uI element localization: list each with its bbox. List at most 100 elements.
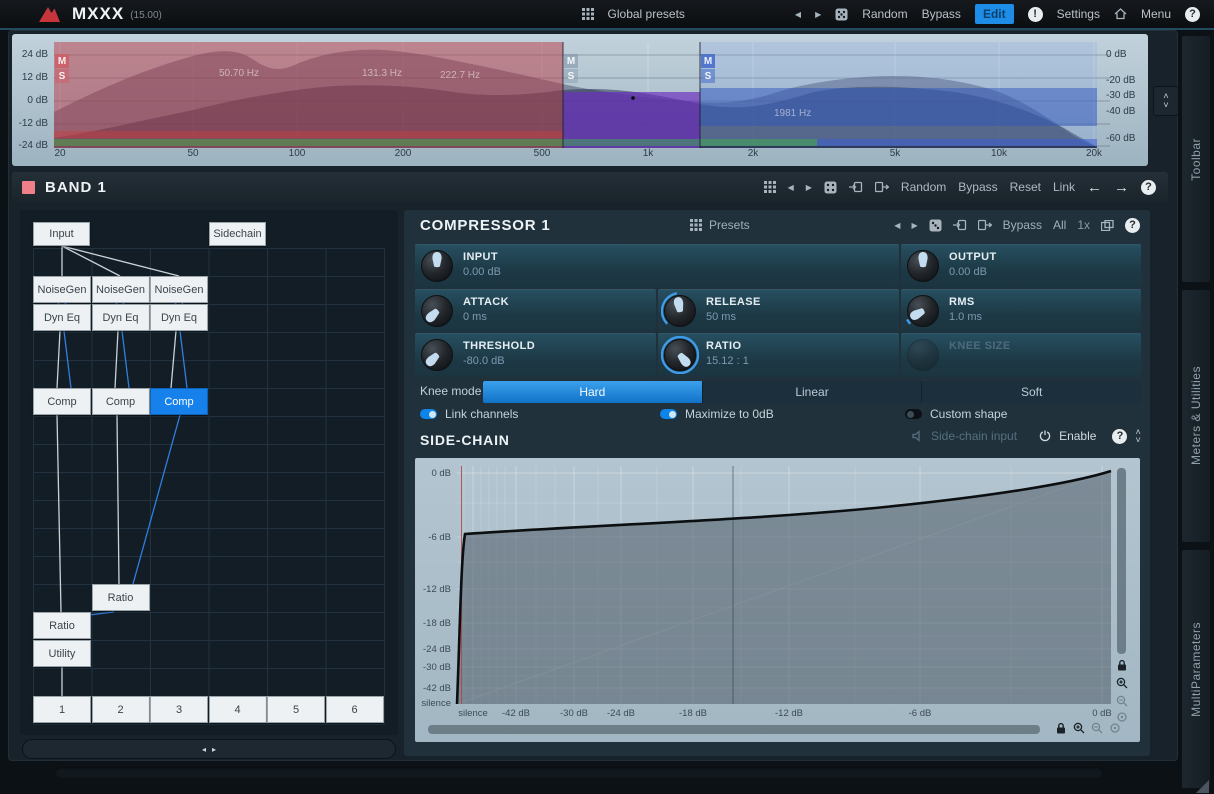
band-link-button[interactable]: Link: [1053, 180, 1075, 194]
knee-mode-option-linear[interactable]: Linear: [701, 381, 922, 403]
zoom-in-icon[interactable]: [1073, 722, 1085, 734]
node-output-3[interactable]: 3: [150, 696, 208, 723]
node-ratio-2[interactable]: Ratio: [91, 584, 150, 611]
grid-icon[interactable]: [581, 8, 594, 20]
transfer-curve-canvas[interactable]: [415, 458, 1140, 742]
band-color-swatch[interactable]: [22, 180, 35, 194]
custom-shape-toggle[interactable]: Custom shape: [905, 407, 1007, 421]
sidebar-tab-toolbar[interactable]: Toolbar: [1181, 35, 1211, 283]
prev-icon[interactable]: ◀: [894, 221, 900, 230]
window-resize-handle[interactable]: [1196, 780, 1209, 793]
node-noisegen-2[interactable]: NoiseGen: [91, 276, 150, 303]
random-button[interactable]: Random: [862, 7, 907, 21]
crossover-label[interactable]: 131.3 Hz: [362, 68, 402, 79]
node-ratio-1[interactable]: Ratio: [33, 612, 91, 639]
release-knob[interactable]: [661, 292, 699, 330]
band-reset-button[interactable]: Reset: [1010, 180, 1041, 194]
detach-window-icon[interactable]: [1101, 219, 1114, 231]
sidebar-tab-meters-utilities[interactable]: Meters & Utilities: [1181, 289, 1211, 543]
preset-prev-icon[interactable]: ◀: [795, 10, 801, 19]
band-help-icon[interactable]: ?: [1141, 179, 1156, 195]
crossover-label[interactable]: 222.7 Hz: [440, 70, 480, 81]
dice-icon[interactable]: [824, 181, 837, 194]
prev-icon[interactable]: ◀: [788, 183, 794, 192]
rms-knob[interactable]: [904, 292, 942, 330]
crossover-label[interactable]: 1981 Hz: [774, 108, 811, 119]
zoom-in-icon[interactable]: [1116, 677, 1128, 689]
maximize-to-0db-toggle[interactable]: Maximize to 0dB: [660, 407, 774, 421]
node-comp-1[interactable]: Comp: [33, 388, 91, 415]
module-routing-graph[interactable]: Input Sidechain NoiseGen NoiseGen NoiseG…: [20, 210, 398, 735]
link-channels-toggle[interactable]: Link channels: [420, 407, 518, 421]
band2-mid-marker[interactable]: M: [564, 54, 578, 68]
equalizer-display[interactable]: 24 dB 12 dB 0 dB -12 dB -24 dB 0 dB -20 …: [12, 34, 1148, 166]
next-icon[interactable]: ▶: [911, 221, 917, 230]
node-dyneq-2[interactable]: Dyn Eq: [91, 304, 150, 331]
band3-side-marker[interactable]: S: [701, 69, 715, 83]
band-random-button[interactable]: Random: [901, 180, 946, 194]
dice-icon[interactable]: [929, 219, 942, 232]
copy-icon[interactable]: [874, 181, 889, 193]
copy-icon[interactable]: [977, 219, 992, 231]
ratio-knob[interactable]: [661, 336, 699, 374]
help-icon[interactable]: ?: [1185, 6, 1200, 22]
node-sidechain[interactable]: Sidechain: [209, 222, 266, 246]
node-comp-2[interactable]: Comp: [91, 388, 150, 415]
output-knob-cell[interactable]: OUTPUT 0.00 dB: [901, 244, 1141, 288]
node-dyneq-1[interactable]: Dyn Eq: [33, 304, 91, 331]
preset-next-icon[interactable]: ▶: [815, 10, 821, 19]
node-dyneq-3[interactable]: Dyn Eq: [150, 304, 208, 331]
node-comp-3-selected[interactable]: Comp: [150, 388, 208, 415]
graph-horizontal-scrollbar[interactable]: [428, 725, 1040, 734]
alert-icon[interactable]: !: [1027, 6, 1043, 22]
sidechain-resize-control[interactable]: ˄ ˅: [1135, 428, 1140, 445]
lock-icon[interactable]: [1055, 722, 1067, 734]
sidechain-enable-button[interactable]: Enable: [1059, 429, 1096, 443]
node-output-4[interactable]: 4: [208, 696, 267, 723]
band3-mid-marker[interactable]: M: [701, 54, 715, 68]
sidechain-transfer-graph[interactable]: 0 dB -6 dB -12 dB -18 dB -24 dB -30 dB -…: [415, 458, 1140, 742]
oversampling-button[interactable]: 1x: [1077, 218, 1090, 232]
node-output-6[interactable]: 6: [325, 696, 384, 723]
threshold-knob[interactable]: [418, 336, 456, 374]
input-knob[interactable]: [418, 247, 456, 285]
node-graph-scrollbar[interactable]: ◂ ▸: [22, 739, 396, 759]
settings-button[interactable]: Settings: [1057, 7, 1100, 21]
crossover-label[interactable]: 50.70 Hz: [219, 68, 259, 79]
compressor-help-icon[interactable]: ?: [1125, 217, 1140, 233]
grid-icon[interactable]: [763, 181, 776, 193]
graph-vertical-scrollbar[interactable]: [1117, 468, 1126, 654]
band-bypass-button[interactable]: Bypass: [958, 180, 997, 194]
sidechain-input-button-disabled[interactable]: Side-chain input: [931, 429, 1017, 443]
bypass-button[interactable]: Bypass: [922, 7, 961, 21]
sidechain-help-icon[interactable]: ?: [1112, 428, 1128, 444]
randomize-dice-icon[interactable]: [835, 8, 848, 21]
output-knob[interactable]: [904, 247, 942, 285]
ratio-knob-cell[interactable]: RATIO 15.12 : 1: [658, 333, 899, 377]
global-presets-button[interactable]: Global presets: [608, 7, 685, 21]
node-output-2[interactable]: 2: [91, 696, 150, 723]
threshold-knob-cell[interactable]: THRESHOLD -80.0 dB: [415, 333, 656, 377]
paste-icon[interactable]: [848, 181, 863, 193]
node-input[interactable]: Input: [33, 222, 90, 246]
band1-mid-marker[interactable]: M: [55, 54, 69, 68]
node-noisegen-1[interactable]: NoiseGen: [33, 276, 91, 303]
redo-icon[interactable]: →: [1114, 179, 1129, 196]
node-output-1[interactable]: 1: [33, 696, 91, 723]
compressor-all-button[interactable]: All: [1053, 218, 1066, 232]
compressor-presets-button[interactable]: Presets: [690, 218, 750, 232]
attack-knob[interactable]: [418, 292, 456, 330]
compressor-bypass-button[interactable]: Bypass: [1003, 218, 1042, 232]
paste-icon[interactable]: [952, 219, 967, 231]
band2-side-marker[interactable]: S: [564, 69, 578, 83]
knee-mode-option-hard[interactable]: Hard: [483, 381, 702, 403]
edit-button[interactable]: Edit: [974, 4, 1014, 24]
band1-side-marker[interactable]: S: [55, 69, 69, 83]
next-icon[interactable]: ▶: [806, 183, 812, 192]
rms-knob-cell[interactable]: RMS 1.0 ms: [901, 289, 1141, 332]
menu-button[interactable]: Menu: [1141, 7, 1171, 21]
eq-resize-control[interactable]: ˄ ˅: [1153, 86, 1179, 116]
eq-spectrum-canvas[interactable]: [54, 42, 1110, 148]
sidebar-tab-multiparameters[interactable]: MultiParameters: [1181, 549, 1211, 789]
lock-icon[interactable]: [1116, 659, 1128, 671]
